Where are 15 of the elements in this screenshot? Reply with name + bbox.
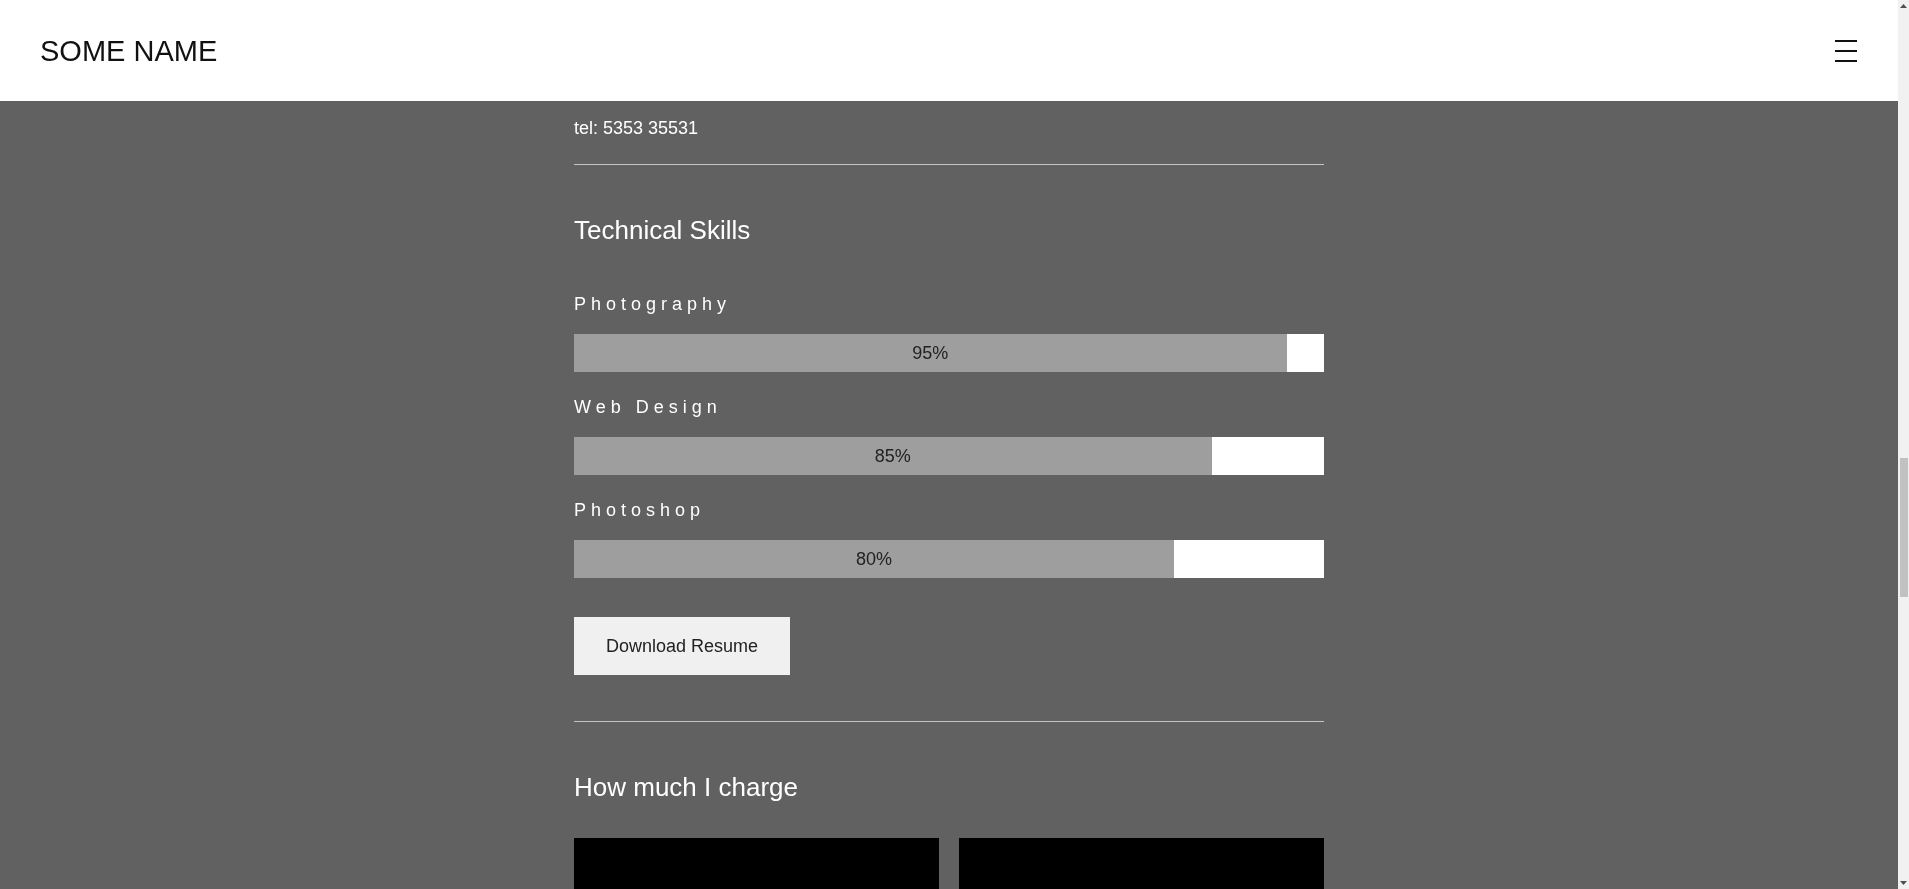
scroll-up-icon[interactable] [1900,4,1907,8]
section-heading: How much I charge [574,771,798,803]
skill-label: Photoshop [574,499,706,522]
skill-percentage: 80% [856,548,892,570]
site-name[interactable]: SOME NAME [40,32,218,69]
skill-label: Web Design [574,396,722,419]
skill-percentage: 85% [874,445,911,467]
scroll-down-icon[interactable] [1900,881,1907,885]
phone-number: tel: 5353 35531 [574,117,699,140]
skill-label: Photography [574,293,732,316]
skill-percentage: 95% [912,342,949,364]
section-heading: Technical Skills [574,214,751,246]
scrollbar-thumb[interactable] [1899,458,1908,597]
menu-icon[interactable] [1835,39,1857,62]
download-resume-button[interactable]: Download Resume [574,617,791,675]
